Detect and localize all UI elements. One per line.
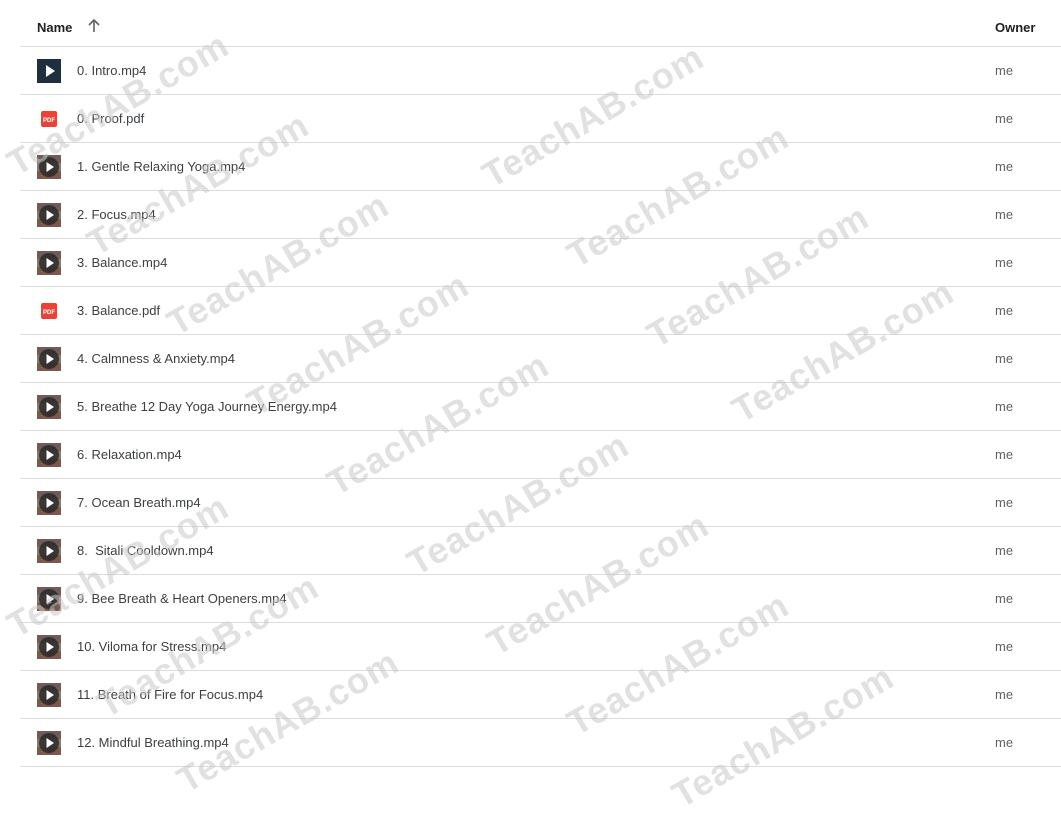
svg-text:PDF: PDF — [43, 310, 55, 316]
file-owner: me — [995, 255, 1014, 270]
file-name: 1. Gentle Relaxing Yoga.mp4 — [77, 159, 246, 174]
file-row[interactable]: 8. Sitali Cooldown.mp4 me — [20, 527, 1061, 575]
file-owner: me — [995, 687, 1014, 702]
file-row[interactable]: PDF 3. Balance.pdf me — [20, 287, 1061, 335]
video-play-icon — [37, 491, 61, 515]
video-play-icon — [37, 683, 61, 707]
file-owner: me — [995, 351, 1014, 366]
file-row[interactable]: 10. Viloma for Stress.mp4 me — [20, 623, 1061, 671]
video-play-icon — [37, 539, 61, 563]
file-name: 8. Sitali Cooldown.mp4 — [77, 543, 214, 558]
video-play-icon — [37, 347, 61, 371]
file-row[interactable]: 5. Breathe 12 Day Yoga Journey Energy.mp… — [20, 383, 1061, 431]
file-owner: me — [995, 495, 1014, 510]
file-owner: me — [995, 303, 1014, 318]
file-owner: me — [995, 639, 1014, 654]
video-play-icon — [37, 155, 61, 179]
file-owner: me — [995, 591, 1014, 606]
file-owner: me — [995, 111, 1014, 126]
video-play-icon — [37, 443, 61, 467]
file-row[interactable]: 7. Ocean Breath.mp4 me — [20, 479, 1061, 527]
file-owner: me — [995, 159, 1014, 174]
file-row[interactable]: 4. Calmness & Anxiety.mp4 me — [20, 335, 1061, 383]
name-column-header[interactable]: Name — [37, 20, 72, 35]
video-play-icon — [37, 395, 61, 419]
video-play-icon — [37, 731, 61, 755]
file-name: 7. Ocean Breath.mp4 — [77, 495, 201, 510]
file-name: 0. Intro.mp4 — [77, 63, 147, 78]
file-name: 10. Viloma for Stress.mp4 — [77, 639, 227, 654]
file-row[interactable]: 0. Intro.mp4 me — [20, 47, 1061, 95]
file-row[interactable]: 6. Relaxation.mp4 me — [20, 431, 1061, 479]
file-row[interactable]: 12. Mindful Breathing.mp4 me — [20, 719, 1061, 767]
file-owner: me — [995, 735, 1014, 750]
file-rows: 0. Intro.mp4 me PDF 0. Proof.pdf me 1. Gen… — [20, 47, 1061, 767]
video-play-icon — [37, 587, 61, 611]
file-name: 5. Breathe 12 Day Yoga Journey Energy.mp… — [77, 399, 337, 414]
svg-text:PDF: PDF — [43, 118, 55, 124]
file-name: 2. Focus.mp4 — [77, 207, 156, 222]
file-name: 3. Balance.mp4 — [77, 255, 168, 270]
video-play-icon — [37, 203, 61, 227]
file-name: 12. Mindful Breathing.mp4 — [77, 735, 229, 750]
owner-column-header[interactable]: Owner — [995, 20, 1035, 35]
file-name: 11. Breath of Fire for Focus.mp4 — [77, 687, 264, 702]
pdf-icon: PDF — [41, 303, 57, 319]
file-row[interactable]: PDF 0. Proof.pdf me — [20, 95, 1061, 143]
file-name: 0. Proof.pdf — [77, 111, 145, 126]
file-owner: me — [995, 63, 1014, 78]
file-list: Name Owner 0. Intro.mp4 me PDF 0. Proof.p… — [20, 0, 1061, 767]
file-owner: me — [995, 399, 1014, 414]
video-play-icon — [37, 635, 61, 659]
pdf-icon: PDF — [41, 111, 57, 127]
file-name: 6. Relaxation.mp4 — [77, 447, 182, 462]
file-name: 4. Calmness & Anxiety.mp4 — [77, 351, 235, 366]
file-owner: me — [995, 447, 1014, 462]
file-row[interactable]: 3. Balance.mp4 me — [20, 239, 1061, 287]
file-row[interactable]: 11. Breath of Fire for Focus.mp4 me — [20, 671, 1061, 719]
list-header: Name Owner — [20, 0, 1061, 47]
file-owner: me — [995, 207, 1014, 222]
video-play-icon — [37, 59, 61, 83]
file-row[interactable]: 1. Gentle Relaxing Yoga.mp4 me — [20, 143, 1061, 191]
video-play-icon — [37, 251, 61, 275]
file-row[interactable]: 2. Focus.mp4 me — [20, 191, 1061, 239]
sort-ascending-arrow-icon[interactable] — [86, 18, 102, 34]
file-owner: me — [995, 543, 1014, 558]
file-name: 3. Balance.pdf — [77, 303, 161, 318]
file-row[interactable]: 9. Bee Breath & Heart Openers.mp4 me — [20, 575, 1061, 623]
file-name: 9. Bee Breath & Heart Openers.mp4 — [77, 591, 287, 606]
